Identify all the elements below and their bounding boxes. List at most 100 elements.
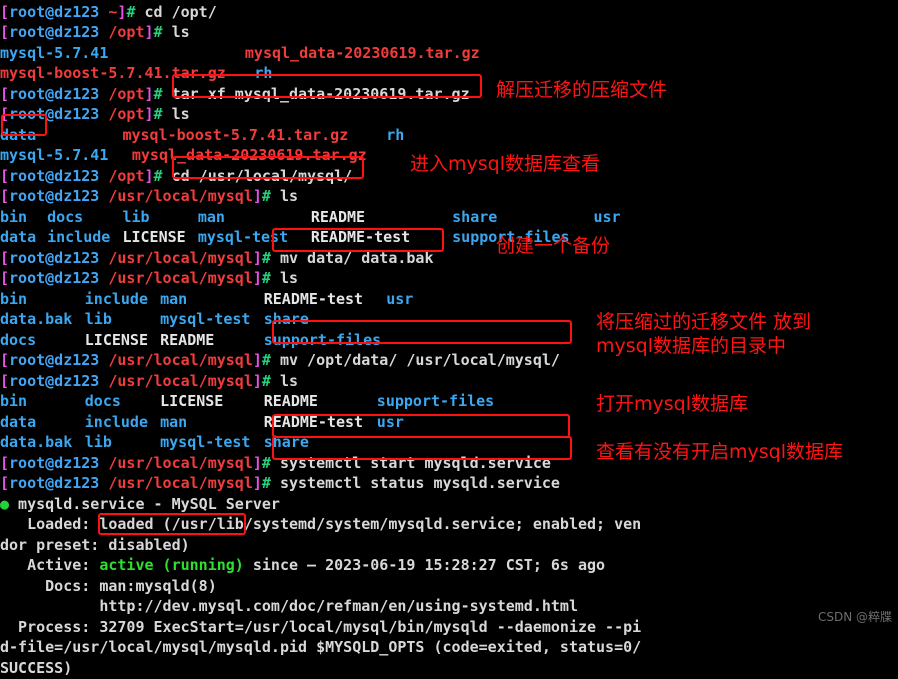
prompt-user-host: root@dz123 (9, 187, 100, 205)
prompt-user-host: root@dz123 (9, 351, 100, 369)
prompt-user-host: root@dz123 (9, 269, 100, 287)
prompt-hash-icon: # (153, 85, 163, 103)
ls-directory-entry: usr (386, 290, 414, 308)
ls-file-entry: mysql_data-20230619.tar.gz (244, 44, 480, 62)
ls-file-entry: mysql-boost-5.7.41.tar.gz (0, 64, 226, 82)
prompt-bracket-open: [ (0, 85, 10, 103)
ls-directory-entry: rh (254, 64, 273, 82)
ls-file-entry: LICENSE (160, 392, 224, 410)
note-move-migrated-file: 将压缩过的迁移文件 放到 mysql数据库的目录中 (596, 310, 811, 358)
output-text: http://dev.mysql.com/doc/refman/en/using… (0, 597, 578, 615)
prompt-path: /usr/local/mysql (108, 269, 253, 287)
ls-file-entry: README (310, 208, 366, 226)
prompt-bracket-open: [ (0, 23, 10, 41)
ls-directory-entry: data (0, 413, 37, 431)
prompt-hash-icon: # (261, 454, 271, 472)
prompt-path: /opt (108, 23, 145, 41)
ls-directory-entry: share (263, 433, 309, 451)
ls-file-entry: README (160, 331, 215, 349)
active-label: Active: (0, 556, 100, 574)
prompt-path: /opt (108, 167, 145, 185)
prompt-bracket-open: [ (0, 454, 10, 472)
terminal-prompt-line: [root@dz123 /usr/local/mysql]# ls (0, 371, 298, 392)
prompt-space-2 (271, 454, 280, 472)
terminal-command: systemctl start mysqld.service (279, 454, 551, 472)
terminal-ls-row: bin docs LICENSE README support-files (0, 391, 898, 412)
ls-file-entry: LICENSE (122, 228, 186, 246)
note-create-backup-line-0: 创建一个备份 (496, 235, 611, 257)
terminal-ls-row: mysql-boost-5.7.41.tar.gz rh (0, 63, 898, 84)
prompt-hash-icon: # (261, 249, 271, 267)
prompt-hash-icon: # (261, 474, 271, 492)
prompt-bracket-close: ] (144, 105, 154, 123)
ls-directory-entry: include (84, 290, 148, 308)
ls-directory-entry: docs (0, 331, 37, 349)
terminal-command: ls (171, 105, 190, 123)
active-since-text: since — 2023-06-19 15:28:27 CST; 6s ago (243, 556, 606, 574)
ls-file-entry: README (263, 392, 318, 410)
ls-directory-entry: data (0, 228, 37, 246)
ls-directory-entry: bin (0, 392, 28, 410)
prompt-bracket-open: [ (0, 269, 10, 287)
prompt-hash-icon: # (261, 372, 271, 390)
prompt-bracket-open: [ (0, 187, 10, 205)
prompt-bracket-close: ] (144, 167, 154, 185)
terminal-ls-row: bin docs lib man README share usr (0, 207, 898, 228)
terminal-prompt-line: [root@dz123 /usr/local/mysql]# ls (0, 186, 298, 207)
ls-directory-entry: rh (386, 126, 405, 144)
prompt-path: /opt (108, 105, 145, 123)
terminal-prompt-line: [root@dz123 /opt]# cd /usr/local/mysql/ (0, 166, 352, 187)
terminal-prompt-line: [root@dz123 /usr/local/mysql]# ls (0, 268, 298, 289)
prompt-bracket-open: [ (0, 3, 10, 21)
terminal-prompt-line: [root@dz123 /usr/local/mysql]# mv data/ … (0, 248, 434, 269)
terminal-output-line: Process: 32709 ExecStart=/usr/local/mysq… (0, 617, 641, 638)
output-text: Process: 32709 ExecStart=/usr/local/mysq… (0, 618, 642, 636)
prompt-user-host: root@dz123 (9, 249, 100, 267)
ls-directory-entry: bin (0, 208, 28, 226)
terminal-prompt-line: [root@dz123 ~]# cd /opt/ (0, 2, 217, 23)
terminal-prompt-line: [root@dz123 /usr/local/mysql]# systemctl… (0, 453, 551, 474)
note-open-mysql-db: 打开mysql数据库 (596, 392, 748, 416)
prompt-bracket-close: ] (144, 23, 154, 41)
note-create-backup: 创建一个备份 (496, 234, 610, 258)
prompt-bracket-open: [ (0, 249, 10, 267)
terminal-command: cd /usr/local/mysql/ (171, 167, 353, 185)
prompt-bracket-open: [ (0, 372, 10, 390)
prompt-hash-icon: # (261, 269, 271, 287)
ls-directory-entry: include (84, 413, 148, 431)
prompt-space-2 (271, 187, 280, 205)
ls-directory-entry: lib (84, 433, 112, 451)
terminal-command: mv data/ data.bak (279, 249, 434, 267)
prompt-user-host: root@dz123 (9, 105, 100, 123)
output-text: d-file=/usr/local/mysql/mysqld.pid $MYSQ… (0, 638, 642, 656)
ls-file-entry: mysql_data-20230619.tar.gz (131, 146, 367, 164)
note-move-migrated-file-line-0: 将压缩过的迁移文件 放到 (596, 311, 812, 333)
prompt-user-host: root@dz123 (9, 167, 100, 185)
prompt-space-2 (163, 105, 172, 123)
prompt-user-host: root@dz123 (9, 454, 100, 472)
terminal-command: systemctl status mysqld.service (279, 474, 560, 492)
prompt-bracket-open: [ (0, 474, 10, 492)
prompt-bracket-close: ] (252, 187, 262, 205)
prompt-space-2 (271, 269, 280, 287)
terminal-ls-row: mysql-5.7.41 mysql_data-20230619.tar.gz (0, 43, 898, 64)
prompt-space-2 (163, 85, 172, 103)
ls-file-entry: mysql-boost-5.7.41.tar.gz (122, 126, 349, 144)
ls-directory-entry: usr (593, 208, 621, 226)
prompt-path: /usr/local/mysql (108, 351, 253, 369)
ls-directory-entry: man (160, 290, 188, 308)
ls-directory-entry: mysql-test (160, 310, 251, 328)
terminal-command: ls (279, 372, 299, 390)
prompt-user-host: root@dz123 (9, 85, 100, 103)
terminal-command: mv /opt/data/ /usr/local/mysql/ (279, 351, 560, 369)
output-text: Docs: man:mysqld(8) (0, 577, 217, 595)
terminal-ls-row: data mysql-boost-5.7.41.tar.gz rh (0, 125, 898, 146)
prompt-space-2 (163, 167, 172, 185)
service-active-dot-icon: ● (0, 495, 10, 513)
note-move-migrated-file-line-1: mysql数据库的目录中 (596, 335, 786, 357)
terminal-window[interactable]: [root@dz123 ~]# cd /opt/[root@dz123 /opt… (0, 0, 898, 677)
ls-directory-entry: mysql-test (160, 433, 251, 451)
prompt-path: /usr/local/mysql (108, 454, 253, 472)
ls-file-entry: README-test (263, 290, 364, 308)
ls-directory-entry: lib (84, 310, 112, 328)
